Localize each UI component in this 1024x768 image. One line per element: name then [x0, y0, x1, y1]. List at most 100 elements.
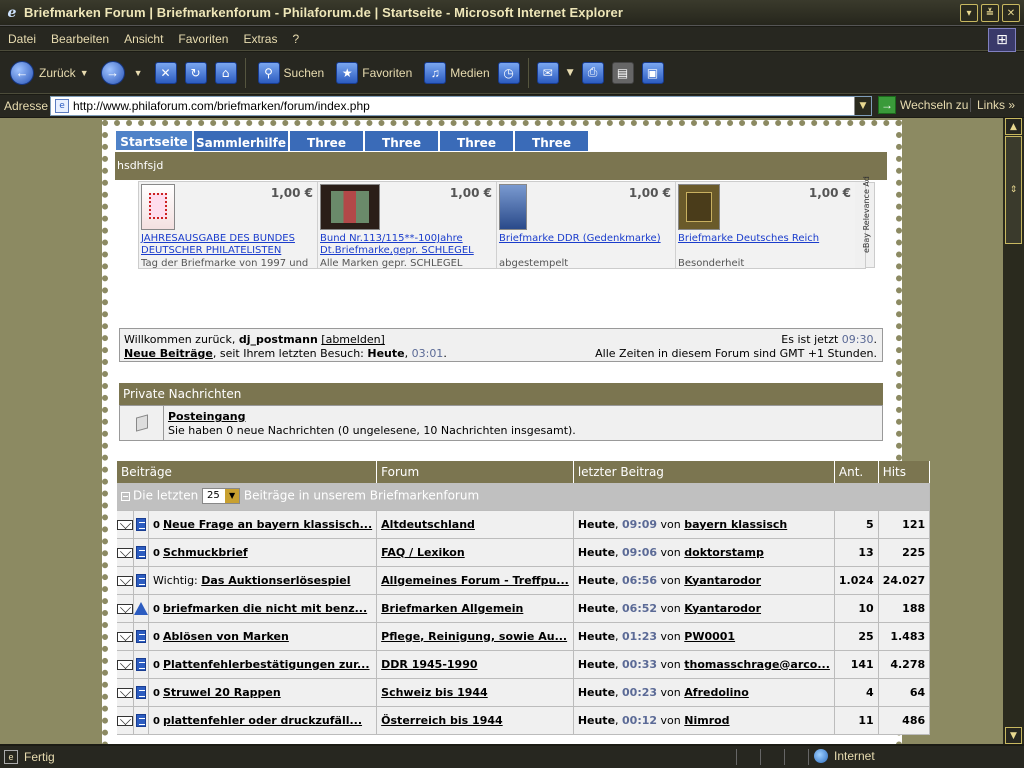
paperclip-icon: 0: [153, 715, 160, 727]
forum-link[interactable]: Pflege, Reinigung, sowie Au...: [381, 630, 567, 643]
address-url[interactable]: http://www.philaforum.com/briefmarken/fo…: [73, 99, 370, 113]
item-thumbnail[interactable]: [499, 184, 527, 230]
home-icon[interactable]: ⌂: [214, 61, 237, 84]
new-posts-link[interactable]: Neue Beiträge: [124, 347, 213, 360]
messenger-icon[interactable]: ▣: [641, 61, 664, 84]
tab-three-4[interactable]: Three: [514, 130, 589, 151]
tab-startseite[interactable]: Startseite: [115, 130, 193, 151]
forum-cell: Allgemeines Forum - Treffpu...: [376, 566, 574, 595]
topic-link[interactable]: Struwel 20 Rappen: [163, 686, 281, 699]
mail-icon[interactable]: ✉: [536, 61, 559, 84]
logout-link[interactable]: [abmelden]: [321, 333, 385, 346]
paperclip-icon: 0: [153, 519, 160, 531]
address-dropdown-icon[interactable]: ▼: [854, 97, 871, 115]
toolbar: ← Zurück ▼ → ▼ ✕ ↻ ⌂ ⚲ Suchen ★ Favorite…: [0, 52, 1024, 94]
collapse-icon[interactable]: [121, 491, 130, 501]
forum-cell: Schweiz bis 1944: [376, 678, 574, 707]
menu-ansicht[interactable]: Ansicht: [117, 32, 170, 46]
scroll-down-icon[interactable]: ▼: [1005, 727, 1022, 744]
forum-link[interactable]: Österreich bis 1944: [381, 714, 503, 727]
user-link[interactable]: bayern klassisch: [684, 518, 787, 531]
tab-three-3[interactable]: Three: [439, 130, 514, 151]
menu-help[interactable]: ?: [285, 32, 306, 46]
item-title-link[interactable]: Briefmarke Deutsches Reich: [678, 233, 854, 245]
topic-link[interactable]: briefmarken die nicht mit benz...: [163, 602, 367, 615]
vertical-scrollbar[interactable]: ▲ ⇕ ▼: [1003, 118, 1024, 744]
folder-cell: [117, 510, 134, 539]
back-button[interactable]: ← Zurück ▼: [6, 55, 97, 91]
item-title-link[interactable]: JAHRESAUSGABE DES BUNDES DEUTSCHER PHILA…: [141, 233, 317, 257]
favorites-button[interactable]: ★ Favoriten: [328, 55, 416, 91]
by-label: von: [660, 629, 681, 643]
user-link[interactable]: doktorstamp: [684, 546, 764, 559]
close-button[interactable]: ✕: [1002, 4, 1020, 22]
forum-link[interactable]: FAQ / Lexikon: [381, 546, 465, 559]
item-thumbnail[interactable]: [320, 184, 380, 230]
topic-link[interactable]: Das Auktionserlösespiel: [201, 574, 350, 587]
forum-link[interactable]: DDR 1945-1990: [381, 658, 477, 671]
media-icon: ♫: [424, 61, 447, 84]
topic-link[interactable]: Plattenfehlerbestätigungen zur...: [163, 658, 370, 671]
topic-link[interactable]: Neue Frage an bayern klassisch...: [163, 518, 372, 531]
paperclip-icon: 0: [153, 687, 160, 699]
menu-favoriten[interactable]: Favoriten: [171, 32, 235, 46]
minimize-button[interactable]: ▾: [960, 4, 978, 22]
links-button[interactable]: Links »: [970, 98, 1015, 112]
forum-link[interactable]: Altdeutschland: [381, 518, 475, 531]
tab-three-2[interactable]: Three: [364, 130, 439, 151]
last-post-time: 06:52: [622, 601, 658, 615]
history-icon[interactable]: ◷: [497, 61, 520, 84]
stop-icon[interactable]: ✕: [154, 61, 177, 84]
scroll-up-icon[interactable]: ▲: [1005, 118, 1022, 135]
item-thumbnail[interactable]: [678, 184, 720, 230]
tab-sammlerhilfe[interactable]: Sammlerhilfe: [193, 130, 289, 151]
topic-link[interactable]: plattenfehler oder druckzufäll...: [163, 714, 362, 727]
username: dj_postmann: [238, 333, 318, 346]
folder-cell: [117, 706, 134, 735]
inbox-link[interactable]: Posteingang: [168, 410, 246, 423]
user-link[interactable]: Afredolino: [684, 686, 749, 699]
search-button[interactable]: ⚲ Suchen: [250, 55, 329, 91]
forum-link[interactable]: Allgemeines Forum - Treffpu...: [381, 574, 569, 587]
topic-link[interactable]: Ablösen von Marken: [163, 630, 289, 643]
folder-cell: [117, 650, 134, 679]
item-price: 1,00 €: [270, 186, 313, 200]
page-icon: e: [55, 99, 69, 113]
refresh-icon[interactable]: ↻: [184, 61, 207, 84]
menu-extras[interactable]: Extras: [236, 32, 284, 46]
topic-link[interactable]: Schmuckbrief: [163, 546, 248, 559]
forum-link[interactable]: Schweiz bis 1944: [381, 686, 488, 699]
menu-datei[interactable]: Datei: [1, 32, 43, 46]
table-row: Wichtig: Das Auktionserlösespiel Allgemei…: [117, 566, 931, 595]
item-thumbnail[interactable]: [141, 184, 175, 230]
tab-three-1[interactable]: Three: [289, 130, 364, 151]
address-input[interactable]: e http://www.philaforum.com/briefmarken/…: [50, 96, 872, 116]
ebay-item[interactable]: 1,00 € Bund Nr.113/115**-100Jahre Dt.Bri…: [318, 182, 497, 269]
user-link[interactable]: Kyantarodor: [684, 602, 761, 615]
user-link[interactable]: Nimrod: [684, 714, 729, 727]
forward-dropdown-icon[interactable]: ▼: [134, 68, 143, 78]
edit-icon[interactable]: ▤: [611, 61, 634, 84]
post-count-select[interactable]: 25 ▼: [202, 488, 241, 505]
forum-link[interactable]: Briefmarken Allgemein: [381, 602, 523, 615]
item-title-link[interactable]: Briefmarke DDR (Gedenkmarke): [499, 233, 675, 245]
ebay-item[interactable]: 1,00 € Briefmarke DDR (Gedenkmarke) abge…: [497, 182, 676, 269]
user-link[interactable]: thomasschrage@arco...: [684, 658, 830, 671]
print-icon[interactable]: ⎙: [581, 61, 604, 84]
mail-dropdown-icon[interactable]: ▼: [567, 68, 574, 78]
scroll-thumb[interactable]: ⇕: [1005, 136, 1022, 244]
replies-cell: 4: [834, 678, 879, 707]
maximize-button[interactable]: ≚: [981, 4, 999, 22]
forward-button[interactable]: → ▼: [97, 55, 151, 91]
user-link[interactable]: PW0001: [684, 630, 735, 643]
user-link[interactable]: Kyantarodor: [684, 574, 761, 587]
go-button[interactable]: → Wechseln zu: [878, 96, 968, 114]
ebay-item[interactable]: 1,00 € JAHRESAUSGABE DES BUNDES DEUTSCHE…: [139, 182, 318, 269]
ebay-item[interactable]: 1,00 € Briefmarke Deutsches Reich Besond…: [676, 182, 855, 269]
media-button[interactable]: ♫ Medien: [416, 55, 493, 91]
back-dropdown-icon[interactable]: ▼: [80, 68, 89, 78]
item-title-link[interactable]: Bund Nr.113/115**-100Jahre Dt.Briefmarke…: [320, 233, 496, 257]
menu-bearbeiten[interactable]: Bearbeiten: [44, 32, 116, 46]
site-subtitle-bar: hsdhfsjd: [115, 152, 887, 180]
last-post-day: Heute: [577, 517, 616, 531]
